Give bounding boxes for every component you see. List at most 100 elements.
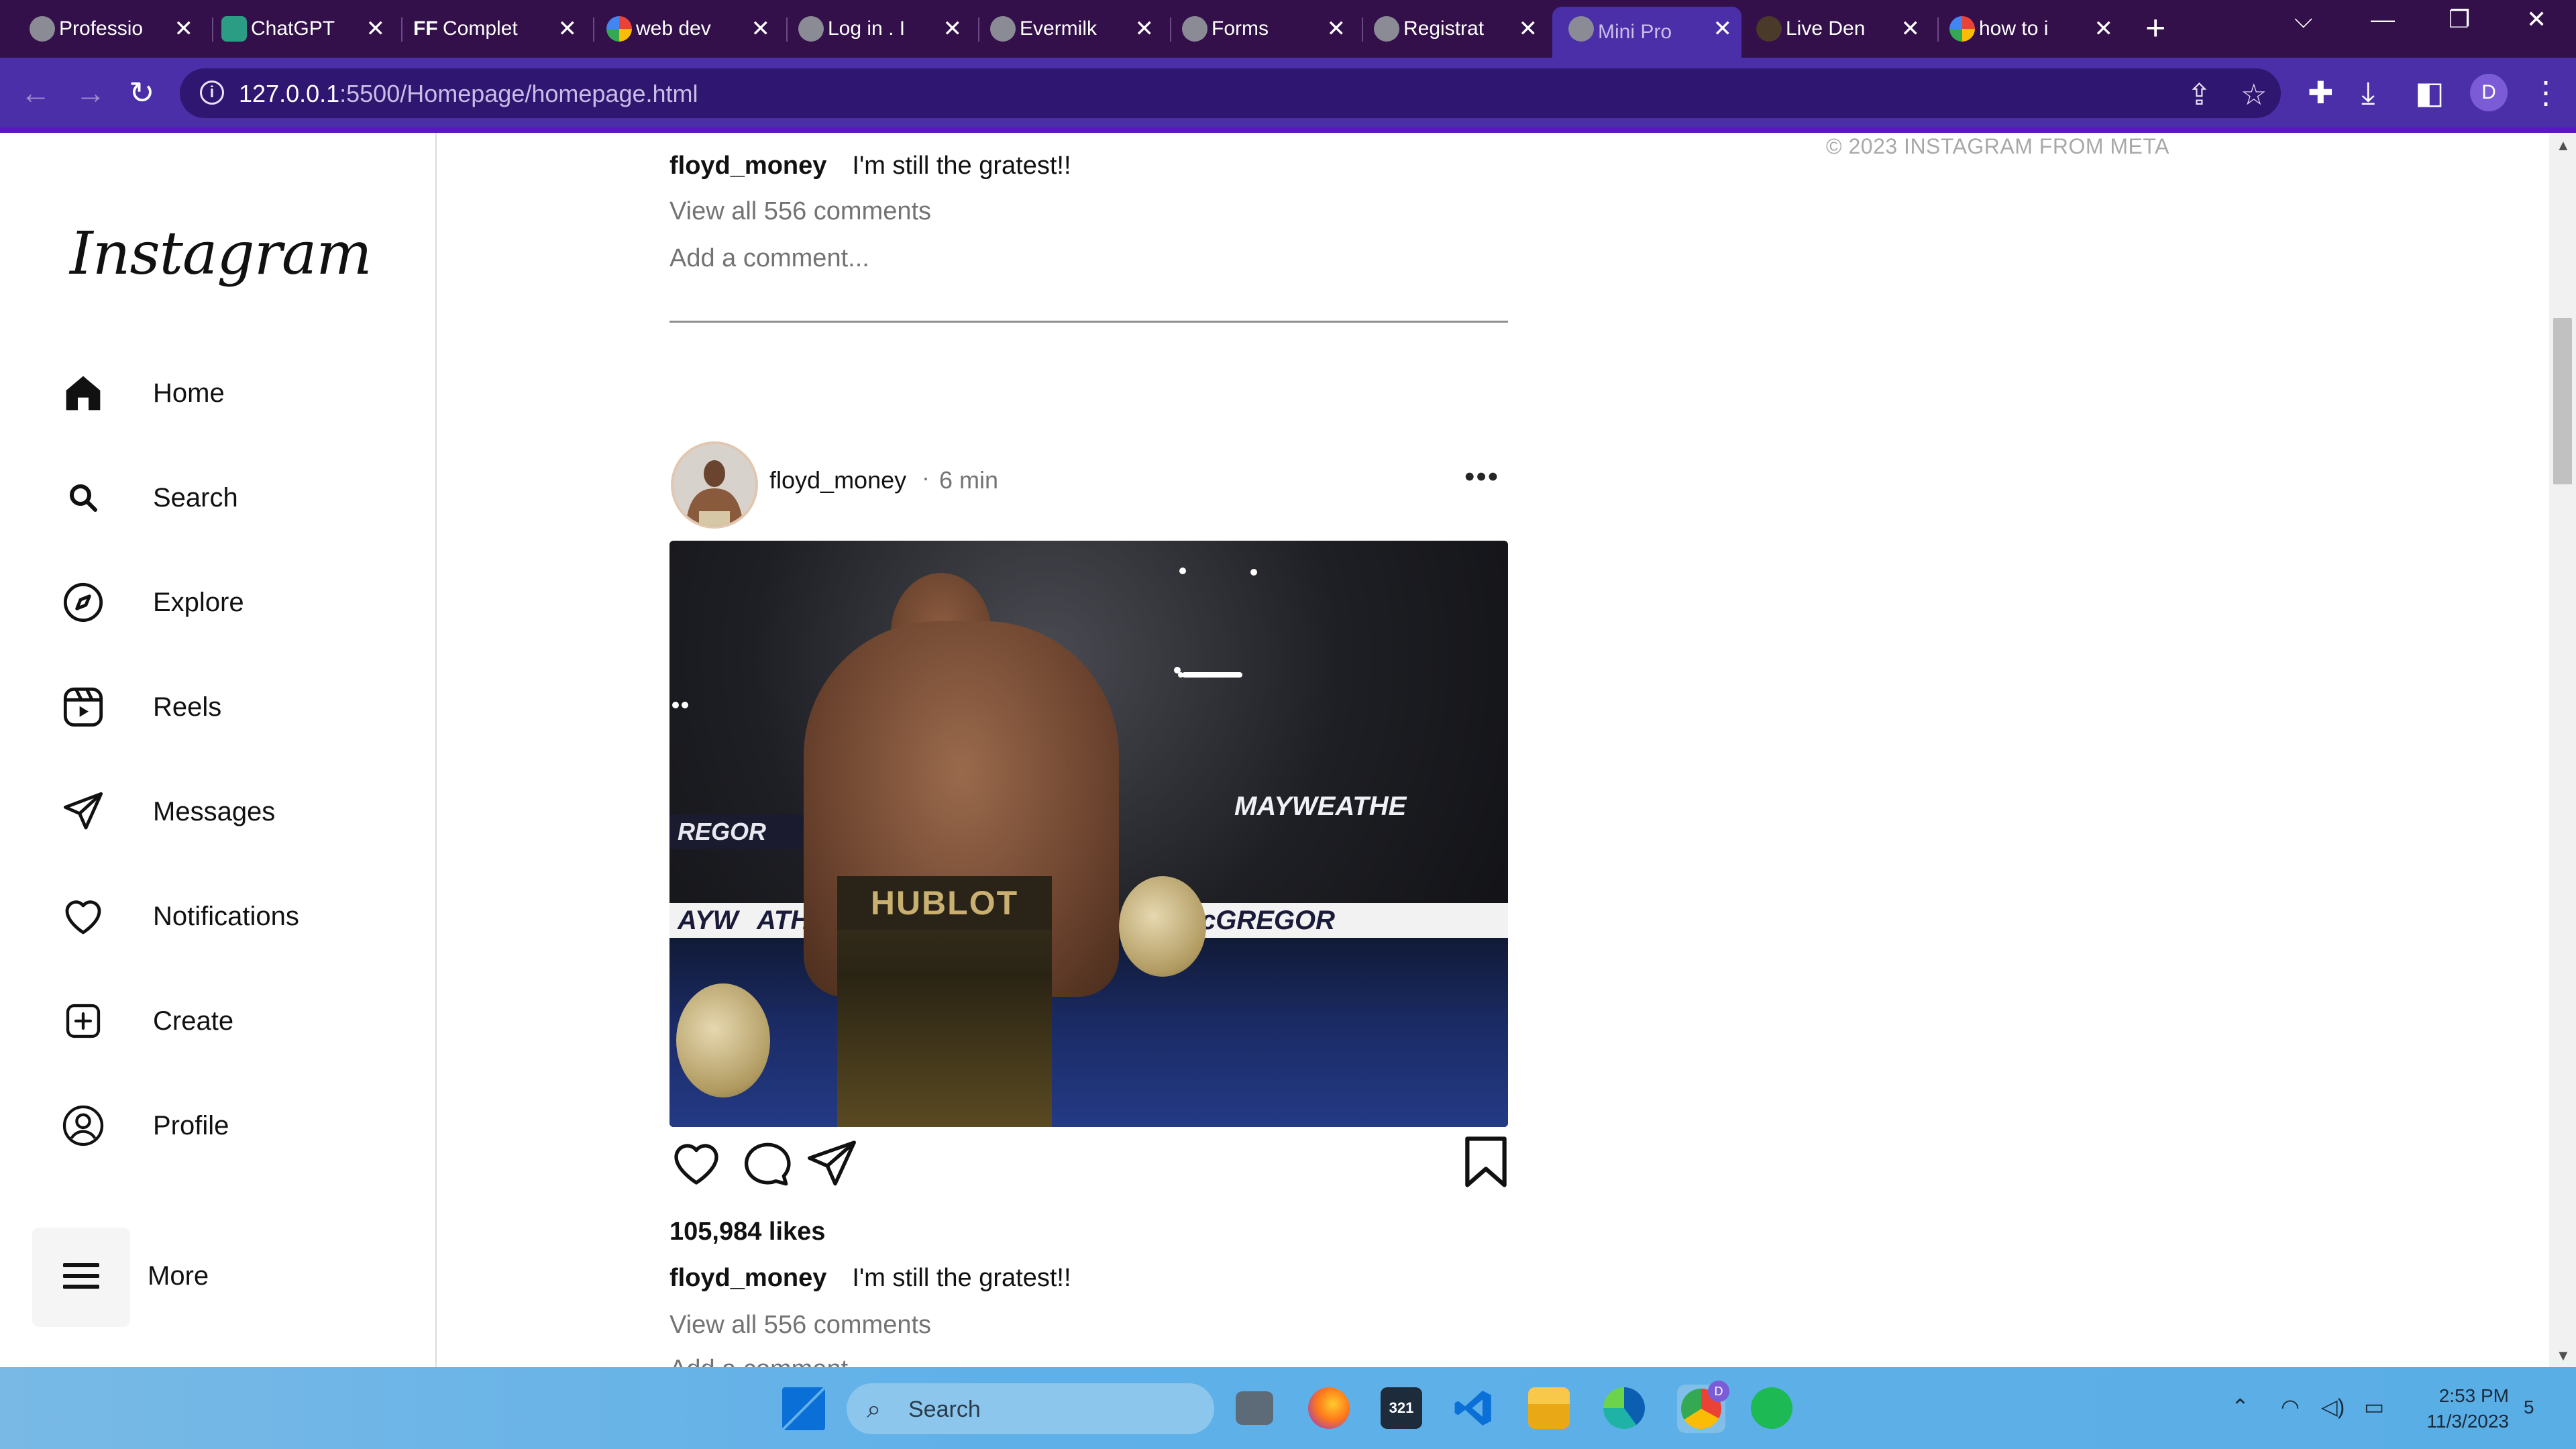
more-options-icon[interactable]: ••• [1464, 460, 1499, 494]
forward-icon[interactable]: → [75, 75, 106, 110]
show-hidden-icons-icon[interactable]: ⌃ [2231, 1394, 2249, 1419]
caption-username[interactable]: floyd_money [669, 152, 826, 180]
notification-count-badge[interactable]: 5 [2524, 1397, 2534, 1418]
sidebar-item-profile[interactable]: Profile [60, 1092, 229, 1159]
bookmark-star-icon[interactable]: ☆ [2241, 78, 2267, 112]
more-label[interactable]: More [148, 1261, 209, 1291]
browser-tab[interactable]: Evermilk ✕ [987, 7, 1163, 51]
browser-tab[interactable]: web dev ✕ [604, 7, 780, 51]
browser-tab[interactable]: Log in . I ✕ [796, 7, 971, 51]
scrollbar-thumb[interactable] [2553, 318, 2572, 484]
like-icon[interactable] [669, 1139, 723, 1189]
spotify-icon[interactable] [1751, 1387, 1792, 1429]
site-info-icon[interactable]: i [200, 80, 224, 105]
profile-avatar[interactable]: D [2470, 74, 2508, 111]
close-tab-icon[interactable]: ✕ [943, 17, 963, 40]
back-icon[interactable]: ← [20, 75, 51, 110]
close-tab-icon[interactable]: ✕ [558, 17, 578, 40]
page-scrollbar[interactable]: ▲ ▼ [2549, 133, 2576, 1367]
edge-icon[interactable] [1603, 1387, 1645, 1429]
close-tab-icon[interactable]: ✕ [1519, 17, 1538, 40]
vscode-icon[interactable] [1453, 1387, 1495, 1429]
task-view-icon[interactable] [1236, 1391, 1273, 1425]
sidebar-item-home[interactable]: Home [60, 360, 225, 427]
sidebar-item-search[interactable]: Search [60, 464, 238, 531]
reload-icon[interactable]: ↻ [129, 75, 155, 110]
tab-title: ChatGPT [251, 17, 335, 40]
sidebar-item-create[interactable]: Create [60, 987, 233, 1055]
add-comment-input[interactable]: Add a comment... [669, 1355, 869, 1367]
battery-icon[interactable]: ▭ [2364, 1394, 2384, 1419]
extensions-icon[interactable]: ✚ [2308, 75, 2334, 110]
menu-kebab-icon[interactable]: ⋮ [2530, 75, 2561, 110]
tab-title: Mini Pro [1598, 21, 1672, 43]
new-tab-button[interactable]: + [2145, 9, 2165, 47]
chrome-taskbar-button[interactable]: D [1677, 1381, 1729, 1433]
likes-count[interactable]: 105,984 likes [669, 1218, 825, 1246]
sidebar-item-notifications[interactable]: Notifications [60, 883, 299, 950]
arena-banner: AYW [669, 903, 757, 938]
sidebar-item-reels[interactable]: Reels [60, 674, 221, 741]
sidebar-item-explore[interactable]: Explore [60, 569, 244, 636]
volume-icon[interactable]: ◁) [2321, 1394, 2345, 1419]
tab-search-icon[interactable]: ⌵ [2294, 5, 2312, 34]
close-tab-icon[interactable]: ✕ [174, 17, 194, 40]
wifi-icon[interactable]: ◠ [2281, 1394, 2300, 1419]
tab-divider [212, 17, 213, 42]
calendar-app-icon[interactable]: 321 [1381, 1387, 1422, 1429]
sidebar-item-messages[interactable]: Messages [60, 778, 275, 845]
firefox-icon[interactable] [1308, 1387, 1350, 1429]
close-tab-icon[interactable]: ✕ [1327, 17, 1346, 40]
arena-light [1182, 672, 1242, 678]
sidebar: Instagram Home Search Explore Reels Mess… [0, 133, 437, 1367]
download-icon[interactable]: ⤓ [2361, 75, 2375, 110]
close-tab-icon[interactable]: ✕ [751, 17, 771, 40]
tab-divider [401, 17, 402, 42]
close-tab-icon[interactable]: ✕ [366, 17, 386, 40]
view-comments-link[interactable]: View all 556 comments [669, 1311, 931, 1340]
scroll-down-arrow-icon[interactable]: ▼ [2556, 1347, 2571, 1364]
browser-tab[interactable]: ChatGPT ✕ [219, 7, 394, 51]
post-author-avatar[interactable] [671, 441, 758, 529]
minimize-icon[interactable]: — [2371, 5, 2395, 34]
close-tab-icon[interactable]: ✕ [1713, 17, 1733, 40]
address-bar[interactable]: i 127.0.0.1:5500/Homepage/homepage.html … [180, 68, 2281, 118]
close-window-icon[interactable]: ✕ [2526, 5, 2546, 34]
browser-tab[interactable]: Live Den ✕ [1754, 7, 1929, 51]
windows-taskbar: ⌕ Search 321 D ⌃ ◠ ◁) ▭ 2:53 PM 11/3/202… [0, 1367, 2576, 1449]
browser-tab[interactable]: Professio ✕ [27, 7, 203, 51]
share-icon[interactable] [805, 1139, 859, 1189]
close-tab-icon[interactable]: ✕ [2094, 17, 2114, 40]
file-explorer-icon[interactable] [1528, 1387, 1570, 1429]
scroll-up-arrow-icon[interactable]: ▲ [2556, 137, 2571, 154]
browser-tab[interactable]: how to i ✕ [1947, 7, 2123, 51]
url-path: :5500/Homepage/homepage.html [339, 80, 698, 107]
browser-tab-active[interactable]: Mini Pro ✕ [1552, 7, 1741, 58]
tab-title: how to i [1979, 17, 2049, 40]
browser-tab[interactable]: Forms ✕ [1179, 7, 1355, 51]
more-button[interactable] [32, 1228, 130, 1327]
browser-tab[interactable]: FF Complet ✕ [411, 7, 586, 51]
view-comments-link[interactable]: View all 556 comments [669, 197, 931, 226]
bookmark-icon[interactable] [1462, 1136, 1509, 1191]
post-image[interactable]: REGOR MAYWEATHE AYW ATH cGREGOR HUBLOT [669, 541, 1508, 1127]
restore-icon[interactable]: ❐ [2449, 5, 2470, 34]
caption-username[interactable]: floyd_money [669, 1264, 826, 1292]
browser-tab[interactable]: Registrat ✕ [1371, 7, 1547, 51]
url-text[interactable]: 127.0.0.1:5500/Homepage/homepage.html [239, 80, 698, 108]
close-tab-icon[interactable]: ✕ [1901, 17, 1921, 40]
taskbar-search[interactable]: ⌕ Search [847, 1383, 1214, 1434]
share-icon[interactable]: ⇪ [2187, 78, 2212, 112]
instagram-logo[interactable]: Instagram [70, 219, 372, 288]
close-tab-icon[interactable]: ✕ [1135, 17, 1155, 40]
add-comment-input[interactable]: Add a comment... [669, 244, 869, 273]
comment-icon[interactable] [738, 1139, 792, 1189]
arena-light [1179, 568, 1186, 574]
side-panel-icon[interactable]: ◧ [2415, 75, 2444, 110]
arena-light [1250, 569, 1257, 576]
windows-start-icon[interactable] [782, 1387, 825, 1430]
tab-title: web dev [636, 17, 711, 40]
sidebar-item-label: Messages [153, 796, 276, 826]
taskbar-clock[interactable]: 2:53 PM 11/3/2023 [2415, 1383, 2510, 1434]
post-author-username[interactable]: floyd_money [769, 466, 906, 494]
